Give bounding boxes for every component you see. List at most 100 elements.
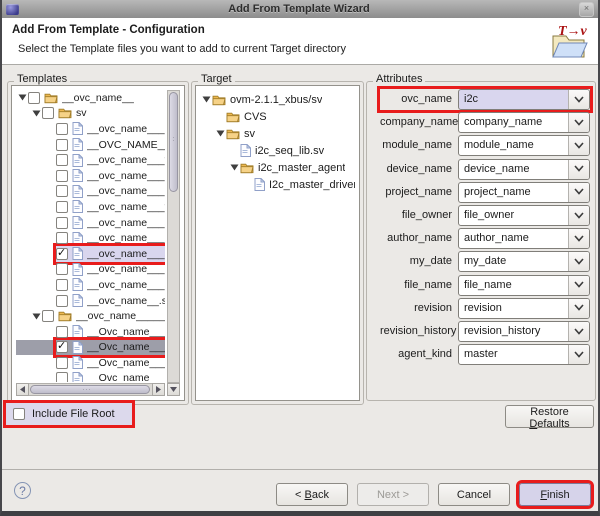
attribute-combobox: revision bbox=[458, 298, 590, 319]
combo-value[interactable]: author_name bbox=[459, 229, 568, 248]
checkbox[interactable] bbox=[56, 185, 68, 197]
scrollbar-thumb[interactable] bbox=[169, 92, 178, 192]
checkbox[interactable] bbox=[56, 217, 68, 229]
expander-icon[interactable] bbox=[16, 94, 28, 101]
tree-item[interactable]: __ovc_name__.svh bbox=[16, 293, 165, 309]
file-icon bbox=[240, 144, 251, 157]
folder-icon bbox=[240, 162, 254, 174]
tree-item[interactable]: __ovc_name___inter bbox=[16, 262, 165, 278]
combo-dropdown-button[interactable] bbox=[568, 90, 589, 109]
checkbox[interactable] bbox=[56, 170, 68, 182]
checkbox[interactable] bbox=[56, 357, 68, 369]
tree-item[interactable]: __OVC_NAME___env bbox=[16, 137, 165, 153]
chevron-down-icon bbox=[574, 233, 584, 245]
combo-dropdown-button[interactable] bbox=[568, 206, 589, 225]
combo-dropdown-button[interactable] bbox=[568, 252, 589, 271]
scroll-left-button[interactable] bbox=[16, 383, 29, 396]
tree-item[interactable]: __ovc_name___bus_ bbox=[16, 184, 165, 200]
combo-value[interactable]: device_name bbox=[459, 160, 568, 179]
tree-item[interactable]: sv bbox=[200, 125, 355, 142]
checkbox[interactable] bbox=[56, 139, 68, 151]
checkbox[interactable] bbox=[28, 92, 40, 104]
combo-dropdown-button[interactable] bbox=[568, 345, 589, 364]
checkbox[interactable] bbox=[56, 341, 68, 353]
tree-item[interactable]: i2c_seq_lib.sv bbox=[200, 142, 355, 159]
attribute-row: my_datemy_date bbox=[380, 251, 590, 272]
tree-item[interactable]: __Ovc_name___ bbox=[16, 371, 165, 382]
tree-item[interactable]: __ovc_name___bus_ bbox=[16, 121, 165, 137]
tree-item[interactable]: CVS bbox=[200, 108, 355, 125]
combo-dropdown-button[interactable] bbox=[568, 322, 589, 341]
tree-item[interactable]: __ovc_name___sequ bbox=[16, 215, 165, 231]
checkbox[interactable] bbox=[42, 107, 54, 119]
combo-value[interactable]: file_owner bbox=[459, 206, 568, 225]
checkbox[interactable] bbox=[56, 279, 68, 291]
tree-item[interactable]: ovm-2.1.1_xbus/sv bbox=[200, 91, 355, 108]
combo-dropdown-button[interactable] bbox=[568, 276, 589, 295]
include-file-root-option[interactable]: Include File Root bbox=[3, 400, 135, 428]
combo-value[interactable]: my_date bbox=[459, 252, 568, 271]
combo-dropdown-button[interactable] bbox=[568, 160, 589, 179]
combo-dropdown-button[interactable] bbox=[568, 229, 589, 248]
tree-item[interactable]: __ovc_name___inter bbox=[16, 230, 165, 246]
checkbox[interactable] bbox=[42, 310, 54, 322]
combo-value[interactable]: company_name bbox=[459, 113, 568, 132]
combo-value[interactable]: master bbox=[459, 345, 568, 364]
checkbox[interactable] bbox=[56, 295, 68, 307]
combo-dropdown-button[interactable] bbox=[568, 113, 589, 132]
expander-icon[interactable] bbox=[30, 313, 42, 320]
horizontal-scrollbar[interactable] bbox=[16, 383, 165, 396]
combo-value[interactable]: revision bbox=[459, 299, 568, 318]
expander-icon[interactable] bbox=[200, 96, 212, 103]
expander-icon[interactable] bbox=[228, 164, 240, 171]
combo-value[interactable]: revision_history bbox=[459, 322, 568, 341]
expander-icon[interactable] bbox=[214, 130, 226, 137]
combo-value[interactable]: project_name bbox=[459, 183, 568, 202]
checkbox[interactable] bbox=[56, 248, 68, 260]
checkbox[interactable] bbox=[56, 154, 68, 166]
checkbox[interactable] bbox=[56, 372, 68, 382]
attribute-label: module_name bbox=[380, 135, 452, 156]
restore-defaults-button[interactable]: Restore Defaults bbox=[505, 405, 594, 428]
tree-item[interactable]: __ovc_name__ bbox=[16, 90, 165, 106]
back-button[interactable]: < Back bbox=[276, 483, 348, 506]
expander-icon[interactable] bbox=[30, 110, 42, 117]
finish-button[interactable]: Finish bbox=[519, 483, 591, 506]
scroll-right-button[interactable] bbox=[152, 383, 165, 396]
combo-value[interactable]: file_name bbox=[459, 276, 568, 295]
footer-bar: ? < BackNext >CancelFinish bbox=[2, 469, 598, 512]
checkbox[interactable] bbox=[56, 123, 68, 135]
tree-item[interactable]: __Ovc_name___ bbox=[16, 355, 165, 371]
combo-dropdown-button[interactable] bbox=[568, 299, 589, 318]
tree-item[interactable]: __ovc_name___seq_ bbox=[16, 246, 165, 262]
tree-item[interactable]: sv bbox=[16, 106, 165, 122]
tree-item-label: I2c_master_driver.sv bbox=[269, 179, 355, 191]
vertical-scrollbar[interactable] bbox=[167, 90, 180, 383]
checkbox[interactable] bbox=[56, 263, 68, 275]
tree-item[interactable]: I2c_master_driver.sv bbox=[200, 176, 355, 193]
tree-item[interactable]: __ovc_name___tran bbox=[16, 199, 165, 215]
help-icon[interactable]: ? bbox=[14, 482, 31, 499]
tree-item[interactable]: __ovc_name___env. bbox=[16, 168, 165, 184]
combo-value[interactable]: i2c bbox=[459, 90, 568, 109]
tree-item[interactable]: __ovc_name_____ag bbox=[16, 308, 165, 324]
combo-dropdown-button[interactable] bbox=[568, 183, 589, 202]
target-listbox: ovm-2.1.1_xbus/svCVSsvi2c_seq_lib.svi2c_… bbox=[195, 85, 360, 401]
cancel-button[interactable]: Cancel bbox=[438, 483, 510, 506]
target-group: Target ovm-2.1.1_xbus/svCVSsvi2c_seq_lib… bbox=[191, 81, 364, 405]
include-file-root-checkbox[interactable] bbox=[13, 408, 25, 420]
combo-value[interactable]: module_name bbox=[459, 136, 568, 155]
close-icon[interactable]: × bbox=[579, 2, 594, 17]
tree-item[interactable]: __Ovc_name___ bbox=[16, 324, 165, 340]
scroll-down-button[interactable] bbox=[167, 383, 180, 396]
attribute-label: file_name bbox=[380, 275, 452, 296]
checkbox[interactable] bbox=[56, 326, 68, 338]
tree-item[interactable]: __ovc_name___type bbox=[16, 152, 165, 168]
checkbox[interactable] bbox=[56, 232, 68, 244]
tree-item[interactable]: i2c_master_agent bbox=[200, 159, 355, 176]
scrollbar-thumb[interactable] bbox=[30, 385, 150, 394]
combo-dropdown-button[interactable] bbox=[568, 136, 589, 155]
tree-item[interactable]: __ovc_name___sequ bbox=[16, 277, 165, 293]
checkbox[interactable] bbox=[56, 201, 68, 213]
tree-item[interactable]: __Ovc_name___ bbox=[16, 340, 165, 356]
